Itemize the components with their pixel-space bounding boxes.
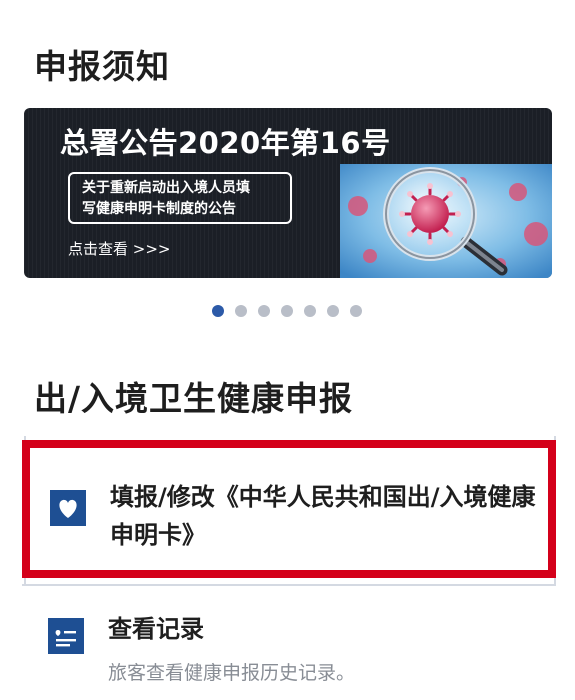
record-icon [48,618,84,654]
announcement-banner[interactable]: 总署公告2020年第16号 关于重新启动出入境人员填 写健康申明卡制度的公告 点… [24,108,552,278]
banner-view-link[interactable]: 点击查看 >>> [68,238,170,259]
carousel-dot[interactable] [235,305,247,317]
banner-subtitle-box: 关于重新启动出入境人员填 写健康申明卡制度的公告 [68,172,292,224]
carousel-dot[interactable] [304,305,316,317]
declare-card[interactable]: 填报/修改《中华人民共和国出/入境健康申明卡》 [22,440,556,578]
heart-icon [50,490,86,526]
carousel-dot[interactable] [327,305,339,317]
declare-card-label: 填报/修改《中华人民共和国出/入境健康申明卡》 [110,483,536,549]
banner-subtitle-line-2: 写健康申明卡制度的公告 [82,201,236,217]
banner-headline: 总署公告2020年第16号 [60,126,391,160]
carousel-dot[interactable] [281,305,293,317]
carousel-dot[interactable] [258,305,270,317]
carousel-dot[interactable] [212,305,224,317]
banner-subtitle-line-1: 关于重新启动出入境人员填 [82,180,250,196]
health-section-title: 出/入境卫生健康申报 [34,379,354,418]
records-card[interactable]: 查看记录 旅客查看健康申报历史记录。 [22,584,556,700]
carousel-dot[interactable] [350,305,362,317]
carousel-dots[interactable] [212,305,362,317]
records-card-label: 查看记录 [108,615,204,643]
notice-section-title: 申报须知 [34,47,170,86]
records-card-subtitle: 旅客查看健康申报历史记录。 [108,662,356,684]
virus-magnifier-image [340,164,552,278]
